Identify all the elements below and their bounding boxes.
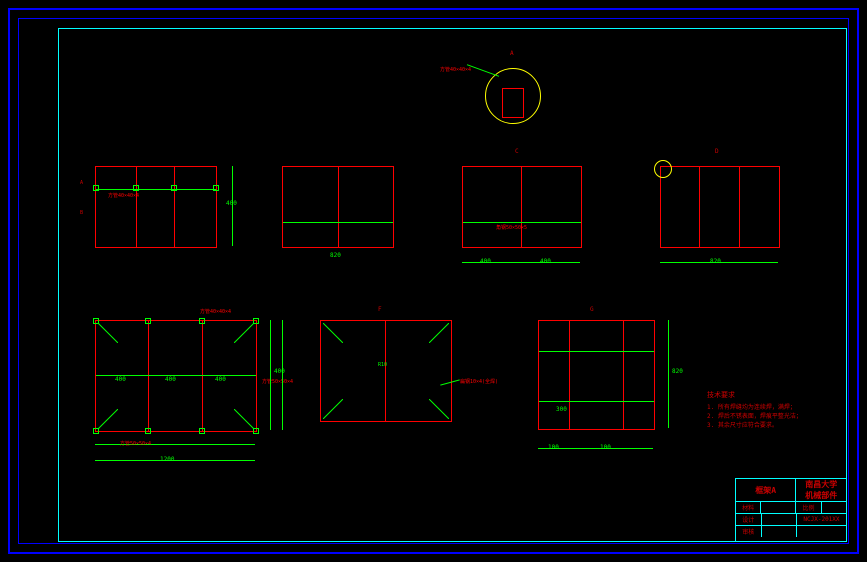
detail-label: A: [510, 50, 514, 57]
plan-view-2: [320, 320, 452, 422]
pv1-bottom-part: 方管50×50×4: [120, 440, 151, 447]
view4-detail-mark: [654, 160, 672, 178]
pv2-label: F: [378, 306, 382, 313]
view4-label: D: [715, 148, 719, 155]
notes-title: 技术要求: [707, 390, 827, 401]
notes-item-2: 2. 焊后不锈表面，焊痕平整光洁；: [707, 412, 827, 421]
view3-dimline: [462, 262, 580, 263]
view2-dim: 820: [330, 252, 341, 259]
tb-check: [761, 526, 796, 537]
planview1-part1: 方管40×40×4: [200, 308, 231, 315]
pv1-dimline-v1: [270, 320, 271, 430]
pv1-dimline-mid: [95, 444, 255, 445]
tb-h-material: 材料: [736, 502, 760, 513]
tb-school: 南昌大学 机械部件: [795, 479, 846, 501]
detail-part: [502, 88, 524, 118]
tb-h-check: 审核: [736, 526, 761, 537]
pv1-dim-b: 400: [165, 376, 176, 383]
view4-dimline: [660, 262, 778, 263]
technical-requirements: 技术要求 1. 所有焊缝均为连续焊，满焊； 2. 焊后不锈表面，焊痕平整光洁； …: [707, 390, 827, 430]
tb-drawn: [761, 514, 796, 525]
notes-item-3: 3. 其余尺寸应符合要求。: [707, 421, 827, 430]
elevation-view-4: [660, 166, 780, 248]
tb-sheet: [796, 526, 846, 537]
view3-part-label: 角钢50×50×5: [496, 224, 527, 231]
tb-partname: 框架A: [736, 479, 795, 501]
pv3-dimline-v: [668, 320, 669, 428]
tb-drawingno: NCJX-201XX: [796, 514, 846, 525]
pv3-dimline: [538, 448, 653, 449]
pv3-dim-v: 820: [672, 368, 683, 375]
detail-part-label: 方管40×40×4: [440, 66, 471, 73]
view3-label: C: [515, 148, 519, 155]
elevation-view-3: [462, 166, 582, 248]
pv2-dim-inner: R10: [378, 362, 387, 368]
view1-section-a: A: [80, 180, 83, 186]
cad-model-viewport[interactable]: A 方管40×40×4 方管40×40×4 400 A B 820 C 角钢50…: [0, 0, 867, 562]
pv1-dim-c: 400: [215, 376, 226, 383]
elevation-view-1: [95, 166, 217, 248]
title-block: 框架A 南昌大学 机械部件 材料 比例 设计 NCJX-201XX 审核: [735, 478, 847, 542]
drawing-frame: [58, 28, 847, 542]
pv1-dimline-bottom: [95, 460, 255, 461]
view1-dimline-v: [232, 166, 233, 246]
pv1-dim-a: 400: [115, 376, 126, 383]
tb-h-scale: 比例: [795, 502, 820, 513]
plan-view-3: [538, 320, 655, 430]
view1-section-b: B: [80, 210, 83, 216]
pv3-dim-a: 300: [556, 406, 567, 413]
tb-material: [760, 502, 795, 513]
notes-item-1: 1. 所有焊缝均为连续焊，满焊；: [707, 403, 827, 412]
view1-part-label: 方管40×40×4: [108, 192, 139, 199]
pv2-part: 扁钢10×4(全焊): [460, 378, 498, 385]
pv1-dim-v: 400: [274, 368, 285, 375]
tb-scale: [821, 502, 846, 513]
pv1-dimline-v2: [282, 320, 283, 430]
planview1-part2: 方管50×50×4: [262, 378, 293, 385]
pv3-label: G: [590, 306, 594, 313]
elevation-view-2: [282, 166, 394, 248]
tb-h-drawn: 设计: [736, 514, 761, 525]
